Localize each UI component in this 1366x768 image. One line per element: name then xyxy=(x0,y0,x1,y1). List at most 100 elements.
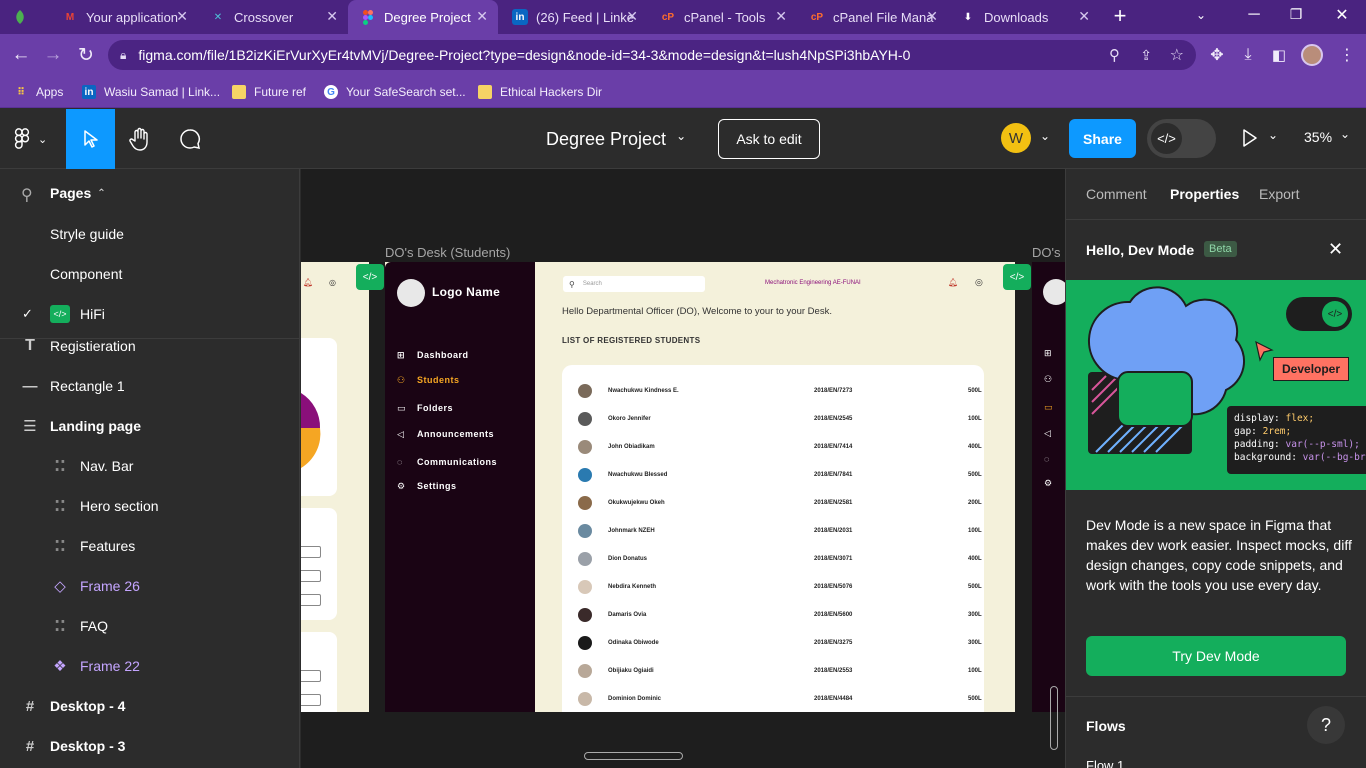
close-window-button[interactable]: ✕ xyxy=(1332,5,1352,25)
profile-avatar[interactable] xyxy=(1301,44,1323,66)
zoom-dropdown[interactable]: 35% ⌄ xyxy=(1304,127,1350,145)
bookmark-linkedin[interactable]: in Wasiu Samad | Link... xyxy=(82,82,220,102)
frame-label-right[interactable]: DO's xyxy=(1032,245,1060,260)
table-row[interactable]: Odinaka Obiwode 2018/EN/3275 300L xyxy=(578,629,998,657)
close-tab-icon[interactable]: ✕ xyxy=(926,8,938,25)
table-row[interactable]: Obijiaku Ogiaidi 2018/EN/2553 100L xyxy=(578,657,998,685)
tab-search-chevron-icon[interactable]: ⌄ xyxy=(1196,8,1212,24)
bookmark-apps[interactable]: ⠿ Apps xyxy=(14,82,63,102)
pages-toggle[interactable]: Pages ⌃ xyxy=(50,185,106,201)
layer-item[interactable]: ⁚⁚ Features xyxy=(0,526,300,566)
dos-desk-frame[interactable]: Logo Name ⊞ Dashboard ⚇ Students ▭ Folders ◁ An… xyxy=(385,262,1015,712)
move-tool-button[interactable] xyxy=(66,109,115,169)
layer-item[interactable]: ⁚⁚ Nav. Bar xyxy=(0,446,300,486)
notification-bell-icon[interactable]: 🔔︎ xyxy=(948,278,958,287)
share-button[interactable]: Share xyxy=(1069,119,1136,158)
hand-tool-button[interactable] xyxy=(125,125,155,153)
share-page-icon[interactable]: ⇪ xyxy=(1140,47,1152,64)
search-bar[interactable]: ⚲ Search xyxy=(563,276,705,292)
horizontal-scrollbar[interactable] xyxy=(584,752,683,760)
left-partial-frame[interactable]: 🔔︎ ◎ xyxy=(301,262,369,712)
page-item[interactable]: Stryle guide xyxy=(0,214,300,254)
file-title-dropdown[interactable]: Degree Project ⌄ xyxy=(546,127,686,151)
comment-tool-button[interactable] xyxy=(176,125,204,153)
table-row[interactable]: Nwachukwu Kindness E. 2018/EN/7273 500L xyxy=(578,377,998,405)
minimize-button[interactable]: ─ xyxy=(1244,6,1264,26)
new-tab-button[interactable]: + xyxy=(1108,4,1132,28)
chevron-down-icon[interactable]: ⌄ xyxy=(1040,129,1050,143)
table-row[interactable]: Nwachukwu Blessed 2018/EN/7841 500L xyxy=(578,461,998,489)
layer-item[interactable]: # Desktop - 4 xyxy=(0,686,300,726)
dev-mode-toggle[interactable]: </> xyxy=(1147,119,1216,158)
close-tab-icon[interactable]: ✕ xyxy=(1078,8,1090,25)
close-tab-icon[interactable]: ✕ xyxy=(626,8,638,25)
close-tab-icon[interactable]: ✕ xyxy=(476,8,488,25)
layer-item[interactable]: ☰ Landing page xyxy=(0,406,300,446)
tab-properties[interactable]: Properties xyxy=(1170,186,1239,202)
tab-comment[interactable]: Comment xyxy=(1086,186,1147,202)
present-play-button[interactable]: ⌄ xyxy=(1242,128,1278,147)
bookmark-safesearch[interactable]: G Your SafeSearch set... xyxy=(324,82,466,102)
table-row[interactable]: John Obiadikam 2018/EN/7414 400L xyxy=(578,433,998,461)
try-dev-mode-button[interactable]: Try Dev Mode xyxy=(1086,636,1346,676)
settings-circle-icon[interactable]: ◎ xyxy=(975,277,983,288)
table-row[interactable]: Dominion Dominic 2018/EN/4484 500L xyxy=(578,685,998,712)
table-row[interactable]: Damaris Ovia 2018/EN/5600 300L xyxy=(578,601,998,629)
layer-item[interactable]: ◇ Frame 26 xyxy=(0,566,300,606)
bookmark-ethical-hackers[interactable]: Ethical Hackers Dir xyxy=(478,82,602,102)
address-bar[interactable]: 🔒︎ figma.com/file/1B2izKiErVurXyEr4tvMVj… xyxy=(108,40,1196,70)
vertical-scrollbar[interactable] xyxy=(1050,686,1058,750)
dev-handoff-badge[interactable]: </> xyxy=(1003,264,1031,290)
help-button[interactable]: ? xyxy=(1307,706,1345,744)
sidebar-item-announcements[interactable]: ◁ Announcements xyxy=(397,427,494,441)
figma-main-menu[interactable]: ⌄ xyxy=(14,127,56,151)
layer-item[interactable]: ⁚⁚ Hero section xyxy=(0,486,300,526)
close-tab-icon[interactable]: ✕ xyxy=(326,8,338,25)
tab-export[interactable]: Export xyxy=(1259,186,1299,202)
sidebar-item-students[interactable]: ⚇ Students xyxy=(397,373,460,387)
layer-item[interactable]: ❖ Frame 22 xyxy=(0,646,300,686)
sidebar-item-dashboard[interactable]: ⊞ Dashboard xyxy=(397,348,469,362)
browser-tab[interactable]: cP cPanel File Mana ✕ xyxy=(797,0,948,34)
side-panel-icon[interactable]: ◧ xyxy=(1266,42,1292,68)
browser-tab[interactable]: in (26) Feed | Linke ✕ xyxy=(500,0,648,34)
user-avatar[interactable]: W xyxy=(1001,123,1031,153)
browser-tab[interactable] xyxy=(0,0,50,34)
dev-handoff-badge[interactable]: </> xyxy=(356,264,384,290)
layer-item[interactable]: T Registieration xyxy=(0,326,300,366)
table-row[interactable]: Nebdira Kenneth 2018/EN/5076 500L xyxy=(578,573,998,601)
layer-item[interactable]: — Rectangle 1 xyxy=(0,366,300,406)
bookmark-future-ref[interactable]: Future ref xyxy=(232,82,306,102)
flow-item[interactable]: Flow 1 xyxy=(1086,758,1124,768)
sidebar-item-communications[interactable]: ◌ Communications xyxy=(397,455,497,469)
bookmark-star-icon[interactable]: ☆ xyxy=(1170,45,1184,65)
close-icon[interactable]: ✕ xyxy=(1328,239,1343,260)
reload-icon[interactable]: ↻ xyxy=(73,42,99,68)
browser-tab[interactable]: M Your application ✕ xyxy=(50,0,198,34)
extensions-puzzle-icon[interactable]: ✥ xyxy=(1204,42,1230,68)
table-row[interactable]: Okukwujekwu Okeh 2018/EN/2581 200L xyxy=(578,489,998,517)
table-row[interactable]: Johnmark NZEH 2018/EN/2031 100L xyxy=(578,517,998,545)
browser-tab[interactable]: cP cPanel - Tools ✕ xyxy=(648,0,797,34)
back-arrow-icon[interactable]: ← xyxy=(8,42,34,68)
ask-to-edit-button[interactable]: Ask to edit xyxy=(718,119,820,159)
restore-button[interactable]: ❐ xyxy=(1286,6,1306,26)
layer-item[interactable]: # Desktop - 3 xyxy=(0,726,300,766)
sidebar-item-settings[interactable]: ⚙ Settings xyxy=(397,479,457,493)
forward-arrow-icon[interactable]: → xyxy=(40,42,66,68)
frame-label[interactable]: DO's Desk (Students) xyxy=(385,245,510,260)
table-row[interactable]: Okoro Jennifer 2018/EN/2545 100L xyxy=(578,405,998,433)
search-icon[interactable]: ⚲ xyxy=(21,185,33,205)
zoom-lens-icon[interactable]: ⚲ xyxy=(1109,46,1120,64)
browser-tab[interactable]: Degree Project ✕ xyxy=(348,0,498,34)
table-row[interactable]: Dion Donatus 2018/EN/3071 400L xyxy=(578,545,998,573)
close-tab-icon[interactable]: ✕ xyxy=(176,8,188,25)
browser-menu-icon[interactable]: ⋮ xyxy=(1334,42,1360,68)
design-canvas[interactable]: DO's Desk (Students) DO's 🔔︎ ◎ </> Logo … xyxy=(301,169,1065,768)
downloads-icon[interactable]: ⤓ xyxy=(1235,42,1261,68)
layer-item[interactable]: ⁚⁚ FAQ xyxy=(0,606,300,646)
page-item[interactable]: Component xyxy=(0,254,300,294)
sidebar-item-folders[interactable]: ▭ Folders xyxy=(397,401,453,415)
close-tab-icon[interactable]: ✕ xyxy=(775,8,787,25)
right-partial-frame[interactable]: ⊞ ⚇ ▭ ◁ ◌ ⚙ xyxy=(1032,262,1065,712)
